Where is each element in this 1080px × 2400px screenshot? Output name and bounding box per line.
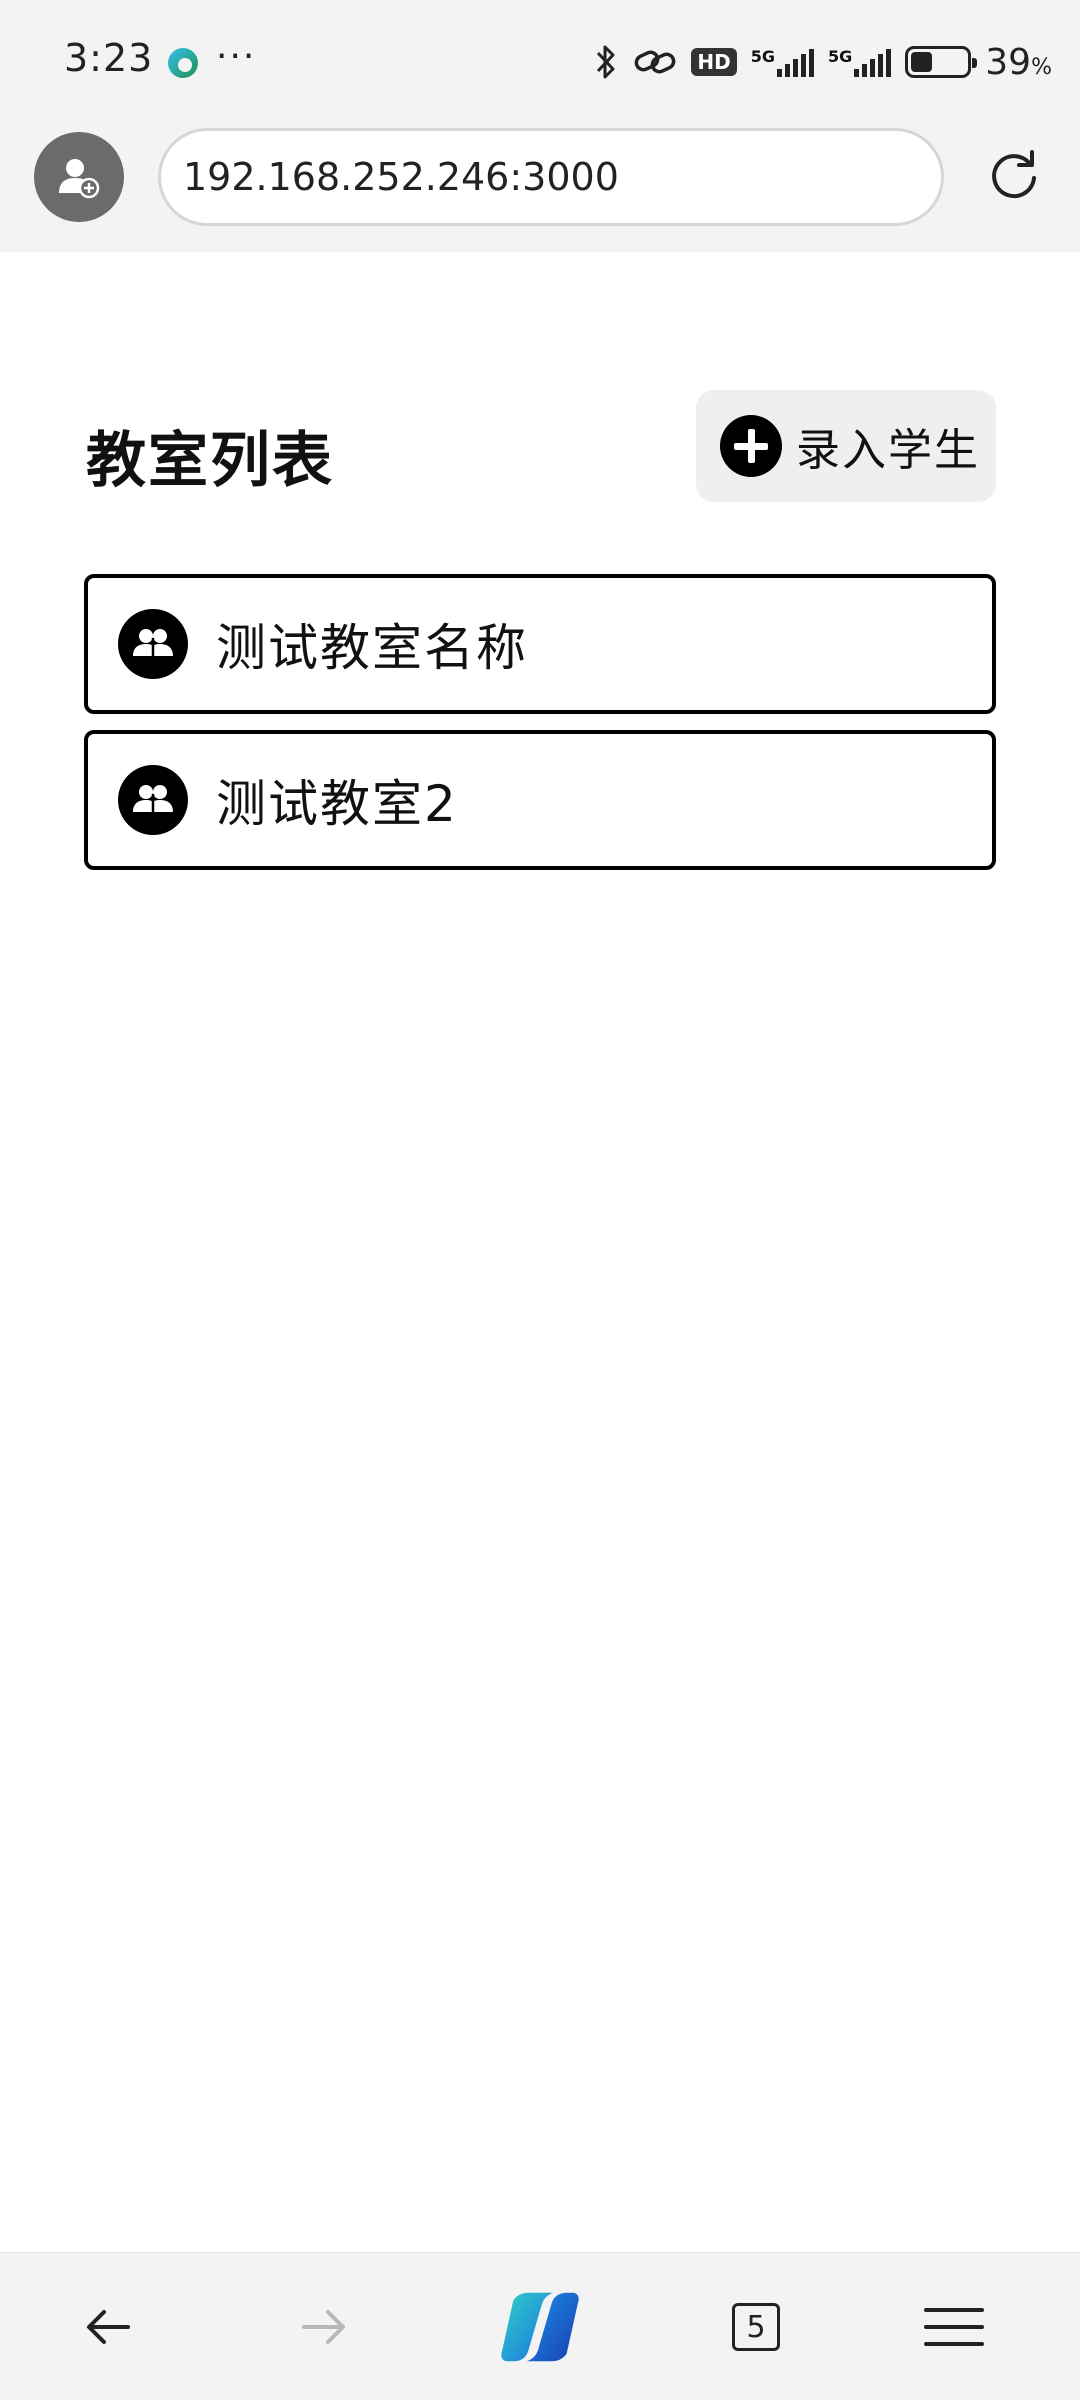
group-icon <box>118 765 188 835</box>
forward-arrow-icon <box>302 2310 345 2344</box>
status-bar: 3:23 ··· HD 5G 5G 39% <box>0 0 1080 120</box>
profile-button[interactable] <box>34 132 124 222</box>
tabs-icon: 5 <box>732 2303 780 2351</box>
clock: 3:23 <box>64 36 154 80</box>
browser-toolbar: 192.168.252.246:3000 <box>0 120 1080 252</box>
signal-2-label: 5G <box>828 47 853 66</box>
add-student-label: 录入学生 <box>796 425 980 476</box>
add-student-button[interactable]: 录入学生 <box>696 390 996 502</box>
add-user-icon <box>59 159 100 199</box>
reload-button[interactable] <box>984 144 1044 204</box>
url-field[interactable]: 192.168.252.246:3000 <box>158 128 944 226</box>
signal-1-label: 5G <box>750 47 776 66</box>
signal-bars-icon <box>777 47 815 77</box>
status-indicators: HD 5G 5G 39% <box>593 40 1052 84</box>
reload-icon <box>992 150 1036 199</box>
tabs-button[interactable]: 5 <box>716 2287 796 2367</box>
hd-voice-badge: HD <box>691 48 737 76</box>
browser-bottom-nav: 5 <box>0 2252 1080 2400</box>
copilot-icon <box>501 2292 579 2362</box>
battery-percent: 39% <box>985 41 1052 83</box>
back-arrow-icon <box>87 2310 130 2344</box>
battery-icon <box>905 46 978 78</box>
more-notifications-icon: ··· <box>216 36 257 77</box>
link-icon <box>635 50 676 74</box>
web-page: 教室列表 录入学生 测试教室名称 测试教室2 <box>0 252 1080 2252</box>
copilot-button[interactable] <box>500 2287 580 2367</box>
edge-icon <box>168 48 198 78</box>
signal-bars-icon <box>854 47 892 77</box>
signal-1: 5G <box>750 47 815 77</box>
bluetooth-icon <box>597 45 615 79</box>
forward-button[interactable] <box>284 2287 364 2367</box>
page-title: 教室列表 <box>86 426 334 496</box>
classroom-item[interactable]: 测试教室2 <box>84 730 996 870</box>
classroom-list: 测试教室名称 测试教室2 <box>84 574 996 886</box>
back-button[interactable] <box>68 2287 148 2367</box>
group-icon <box>118 609 188 679</box>
signal-2: 5G <box>828 47 892 77</box>
classroom-name: 测试教室名称 <box>216 619 528 677</box>
classroom-name: 测试教室2 <box>216 775 458 833</box>
menu-button[interactable] <box>914 2287 994 2367</box>
battery-fill <box>911 52 933 72</box>
classroom-item[interactable]: 测试教室名称 <box>84 574 996 714</box>
menu-icon <box>924 2308 984 2346</box>
plus-circle-icon <box>720 415 782 477</box>
